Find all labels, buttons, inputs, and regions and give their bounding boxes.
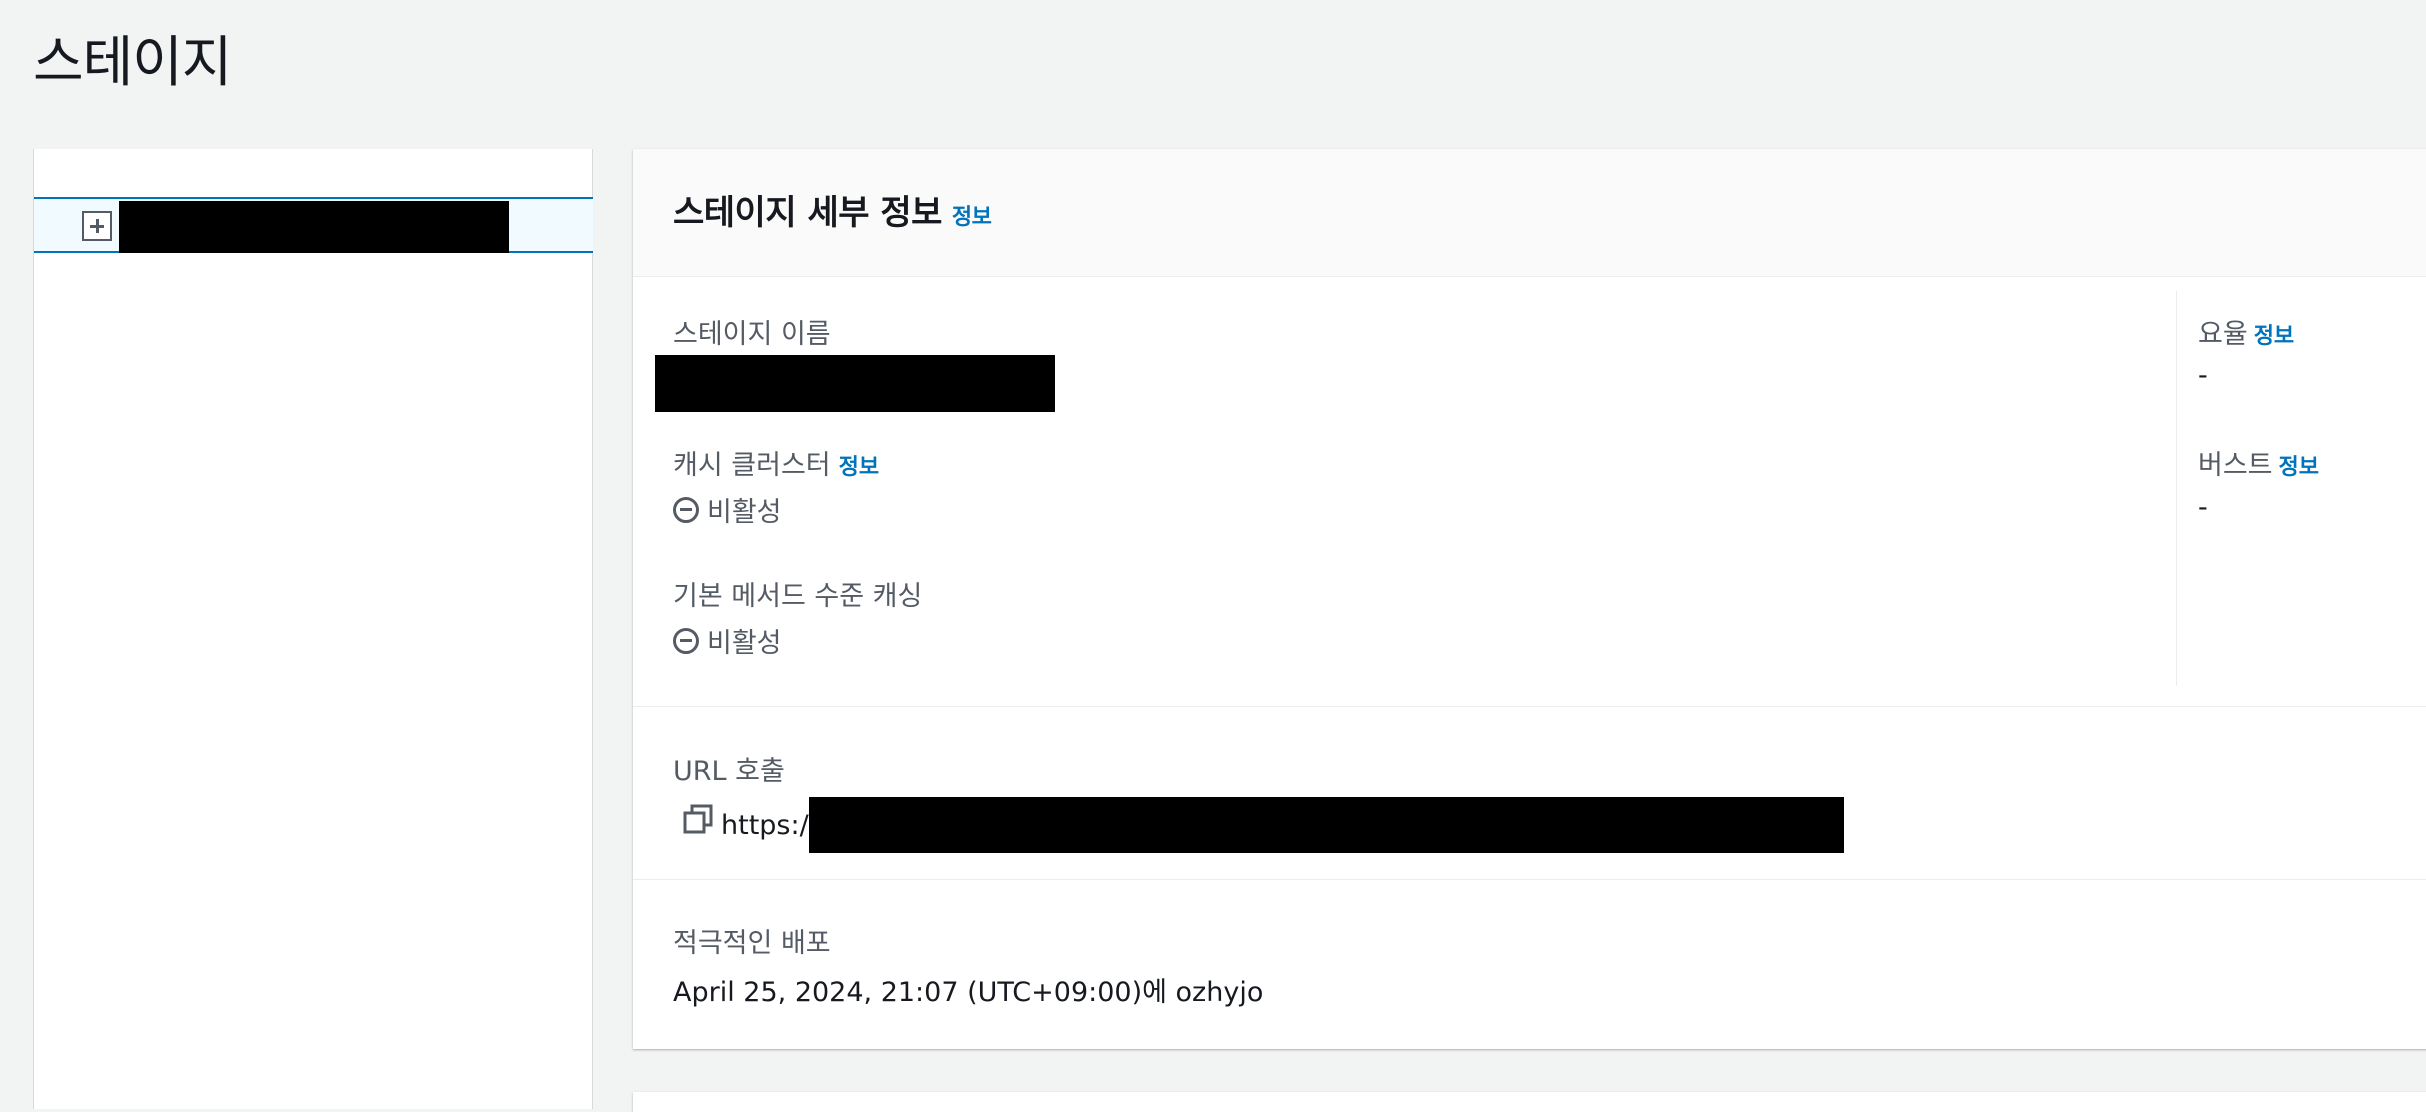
cache-cluster-status-text: 비활성 [707, 497, 782, 528]
info-link[interactable]: 정보 [952, 205, 992, 230]
disabled-icon [673, 627, 699, 654]
section-divider [633, 706, 2426, 707]
card-title-text: 스테이지 세부 정보 [673, 193, 942, 233]
rate-label: 요율 정보 [2198, 312, 2294, 351]
invoke-url[interactable]: https:/ [721, 797, 1844, 853]
column-divider [2176, 291, 2177, 686]
section-divider [633, 879, 2426, 880]
tree-item-stage[interactable] [34, 197, 593, 253]
card-header: 스테이지 세부 정보 정보 [633, 149, 2426, 277]
burst-value: - [2198, 492, 2208, 523]
invoke-url-label: URL 호출 [673, 756, 785, 787]
stage-tree-panel [33, 149, 593, 1109]
method-cache-status-text: 비활성 [707, 628, 782, 659]
card-title: 스테이지 세부 정보 정보 [673, 185, 992, 234]
invoke-url-prefix: https:/ [721, 809, 809, 841]
page-title: 스테이지 [33, 30, 232, 94]
rate-info-link[interactable]: 정보 [2254, 324, 2294, 349]
redacted-stage-name-value [655, 355, 1055, 412]
burst-label-text: 버스트 [2198, 450, 2273, 481]
rate-label-text: 요율 [2198, 319, 2248, 350]
method-cache-label: 기본 메서드 수준 캐싱 [673, 581, 923, 612]
burst-label: 버스트 정보 [2198, 443, 2319, 482]
copy-icon[interactable] [683, 804, 713, 834]
disabled-icon [673, 496, 699, 523]
cache-cluster-info-link[interactable]: 정보 [839, 455, 879, 480]
burst-info-link[interactable]: 정보 [2279, 455, 2319, 480]
active-deployment-value: April 25, 2024, 21:07 (UTC+09:00)에 ozhyj… [673, 977, 1264, 1008]
cache-cluster-label-text: 캐시 클러스터 [673, 450, 831, 481]
cache-cluster-label: 캐시 클러스터 정보 [673, 443, 879, 482]
next-card-edge [633, 1092, 2426, 1112]
redacted-invoke-url [808, 797, 1844, 853]
redacted-stage-name [119, 201, 509, 253]
active-deployment-label: 적극적인 배포 [673, 928, 831, 959]
cache-cluster-status: 비활성 [673, 490, 782, 529]
stage-name-label: 스테이지 이름 [673, 319, 831, 350]
stage-details-card: 스테이지 세부 정보 정보 스테이지 이름 캐시 클러스터 정보 비활성 기본 메서… [633, 149, 2426, 1049]
rate-value: - [2198, 360, 2208, 391]
plus-square-icon[interactable] [82, 211, 112, 241]
method-cache-status: 비활성 [673, 621, 782, 660]
